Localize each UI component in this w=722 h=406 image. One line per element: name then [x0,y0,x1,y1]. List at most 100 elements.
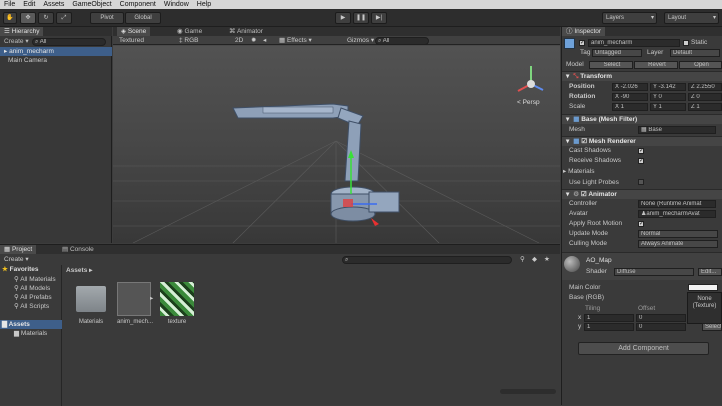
expand-arrow-icon[interactable]: ▸ [150,294,153,303]
apply-root-motion-checkbox[interactable]: ✓ [638,221,644,227]
model-select-button[interactable]: Select [589,61,633,69]
step-button[interactable]: ▶| [371,12,387,24]
tiling-y-field[interactable]: 1 [584,323,634,331]
favorites-folder[interactable]: ★ Favorites [2,265,39,274]
fav-all-prefabs[interactable]: ⚲ All Prefabs [14,293,52,302]
scale-tool-button[interactable]: ⤢ [56,12,72,24]
model-revert-button[interactable]: Revert [634,61,678,69]
texture-slot[interactable]: None (Texture) [687,292,722,324]
scale-x-field[interactable]: X 1 [612,103,648,111]
model-open-button[interactable]: Open [679,61,722,69]
update-mode-dropdown[interactable]: Normal [638,230,718,238]
asset-texture-thumbnail[interactable] [160,282,194,316]
position-y-field[interactable]: Y -3.142 [650,83,686,91]
lighting-toggle[interactable]: ✹ [251,36,256,45]
fav-all-materials[interactable]: ⚲ All Materials [14,275,56,284]
position-x-field[interactable]: X -2.026 [612,83,648,91]
layout-dropdown[interactable]: Layout ▾ [664,12,719,24]
persp-label[interactable]: < Persp [517,98,540,107]
tab-game[interactable]: ◉ Game [173,27,206,36]
offset-y-field[interactable]: 0 [636,323,686,331]
pivot-button[interactable]: Pivot [90,12,124,24]
project-breadcrumb[interactable]: Assets ▸ [66,266,92,275]
menu-window[interactable]: Window [160,0,193,9]
fav-all-models[interactable]: ⚲ All Models [14,284,50,293]
fav-all-scripts[interactable]: ⚲ All Scripts [14,302,49,311]
menu-component[interactable]: Component [116,0,160,9]
filter-by-type-icon[interactable]: ⚲ [520,255,525,264]
render-mode-dropdown[interactable]: ‡ RGB [179,36,199,45]
tab-scene[interactable]: ◈ Scene [117,27,151,36]
asset-model-label: anim_mech... [116,319,153,325]
shading-dropdown[interactable]: Textured [119,36,144,45]
move-tool-button[interactable]: ✥ [20,12,36,24]
scene-viewport[interactable]: < Persp [113,46,560,243]
audio-toggle[interactable]: ◂ [263,36,266,45]
thumbnail-size-slider[interactable] [500,389,556,394]
play-button[interactable]: ▶ [335,12,351,24]
tab-inspector[interactable]: ⓘ Inspector [562,27,606,36]
menu-assets[interactable]: Assets [39,0,68,9]
menu-file[interactable]: File [0,0,19,9]
effects-dropdown[interactable]: ▦ Effects ▾ [279,36,312,45]
tab-animator[interactable]: ⌘ Animator [225,27,267,36]
light-probes-checkbox[interactable] [638,179,644,185]
tab-console[interactable]: ▤ Console [58,245,98,254]
materials-foldout[interactable]: ▸ Materials [563,167,594,176]
cast-shadows-checkbox[interactable]: ✓ [638,148,644,154]
scale-z-field[interactable]: Z 1 [688,103,722,111]
shader-dropdown[interactable]: Diffuse [614,268,694,276]
tag-dropdown[interactable]: Untagged [592,49,642,57]
rotation-x-field[interactable]: X -90 [612,93,648,101]
avatar-field[interactable]: ♟anim_mecharmAvat [638,210,716,218]
hierarchy-create-button[interactable]: Create ▾ [4,37,29,46]
project-create-button[interactable]: Create ▾ [4,255,29,264]
shader-edit-button[interactable]: Edit... [698,268,722,276]
scene-search-input[interactable]: ⌕ All [375,37,429,45]
texture-select-button[interactable]: Select [702,323,722,331]
layers-dropdown[interactable]: Layers ▾ [602,12,657,24]
menu-edit[interactable]: Edit [19,0,39,9]
project-search-input[interactable]: ⌕ [342,256,512,264]
hierarchy-item-main-camera[interactable]: Main Camera [8,56,47,65]
add-component-button[interactable]: Add Component [578,342,709,355]
animator-header[interactable]: ▾ ⚙ ☑ Animator [562,189,722,199]
rotate-tool-button[interactable]: ↻ [38,12,54,24]
tree-materials-folder[interactable]: ▆ Materials [14,329,47,338]
position-z-field[interactable]: Z 2.2550 [688,83,722,91]
object-name-input[interactable]: anim_mecharm [588,39,680,47]
pause-icon: ❚❚ [355,15,367,21]
assets-folder[interactable]: ▇ Assets [0,320,62,329]
controller-field[interactable]: None (Runtime Animat [638,200,716,208]
pause-button[interactable]: ❚❚ [353,12,369,24]
tab-project[interactable]: ▦ Project [0,245,37,254]
hierarchy-search-input[interactable]: ⌕ All [32,38,106,46]
toggle-2d-button[interactable]: 2D [235,36,243,45]
global-button[interactable]: Global [125,12,161,24]
asset-model-icon[interactable] [117,282,151,316]
culling-mode-dropdown[interactable]: Always Animate [638,240,718,248]
tiling-x-field[interactable]: 1 [584,314,634,322]
active-checkbox[interactable]: ✓ [579,40,585,46]
asset-folder-icon[interactable] [76,286,106,312]
mesh-renderer-header[interactable]: ▾ ▦ ☑ Mesh Renderer [562,136,722,146]
mesh-field[interactable]: ▦ Base [638,126,716,134]
menu-help[interactable]: Help [193,0,215,9]
hierarchy-item-anim-mecharm[interactable]: ▸ anim_mecharm [0,47,112,56]
hand-tool-button[interactable]: ✋ [3,12,17,24]
scale-y-field[interactable]: Y 1 [650,103,686,111]
gizmos-dropdown[interactable]: Gizmos ▾ [347,36,374,45]
favorite-star-icon[interactable]: ★ [544,255,550,264]
receive-shadows-checkbox[interactable]: ✓ [638,158,644,164]
layer-dropdown[interactable]: Default [670,49,720,57]
main-color-swatch[interactable] [688,284,718,291]
transform-header[interactable]: ▾ ⤡ Transform [562,71,722,81]
tab-hierarchy[interactable]: ☰ Hierarchy [0,27,44,36]
filter-by-label-icon[interactable]: ◆ [532,255,537,264]
offset-x-field[interactable]: 0 [636,314,686,322]
rotation-y-field[interactable]: Y 0 [650,93,686,101]
menu-gameobject[interactable]: GameObject [68,0,115,9]
rotation-z-field[interactable]: Z 0 [688,93,722,101]
mesh-filter-header[interactable]: ▾ ▦ Base (Mesh Filter) [562,114,722,124]
static-checkbox[interactable] [683,40,689,46]
